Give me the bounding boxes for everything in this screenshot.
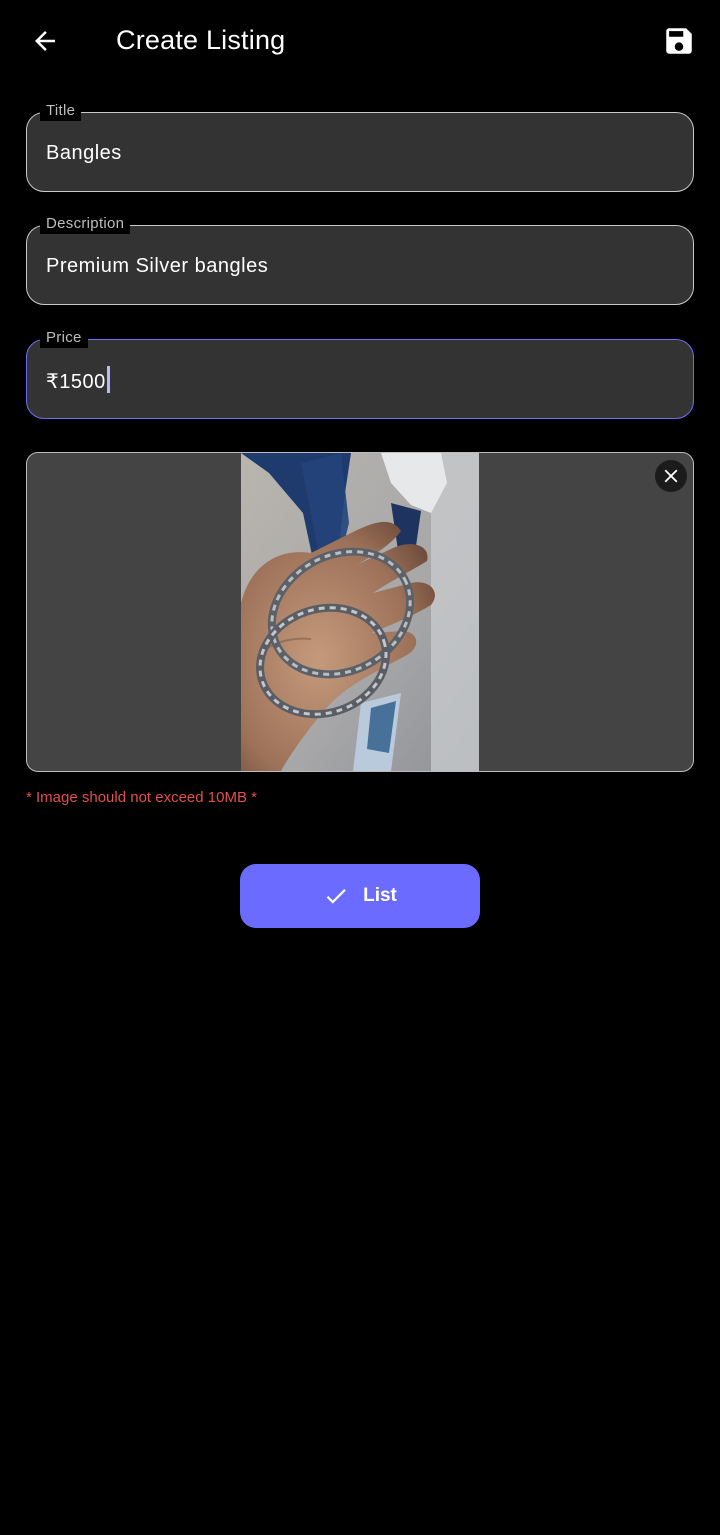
back-button[interactable] [24, 20, 66, 62]
app-bar: Create Listing [0, 0, 720, 82]
page-title: Create Listing [116, 25, 286, 55]
description-field-value: Premium Silver bangles [46, 255, 269, 277]
text-cursor [106, 366, 110, 393]
check-icon [326, 889, 346, 904]
list-button[interactable]: List [240, 864, 480, 928]
floppy-disk-icon [666, 28, 692, 54]
description-field[interactable]: Description Premium Silver bangles [26, 214, 694, 305]
price-field-label: Price [40, 328, 88, 348]
price-field[interactable]: Price ₹1500 [26, 328, 694, 419]
uploaded-photo [241, 453, 479, 771]
image-size-note: * Image should not exceed 10MB * [26, 789, 257, 806]
image-preview-box[interactable] [26, 452, 694, 772]
price-field-value-wrap: ₹1500 [46, 366, 110, 396]
price-field-value: ₹1500 [46, 371, 106, 393]
remove-image-button[interactable] [655, 460, 687, 492]
close-icon [664, 469, 678, 483]
arrow-left-icon [35, 31, 55, 51]
description-field-label: Description [40, 214, 131, 234]
title-field-value: Bangles [46, 142, 122, 164]
list-button-label: List [363, 885, 397, 906]
save-button[interactable] [658, 20, 700, 62]
title-field[interactable]: Title Bangles [26, 101, 694, 192]
title-field-label: Title [40, 101, 82, 121]
